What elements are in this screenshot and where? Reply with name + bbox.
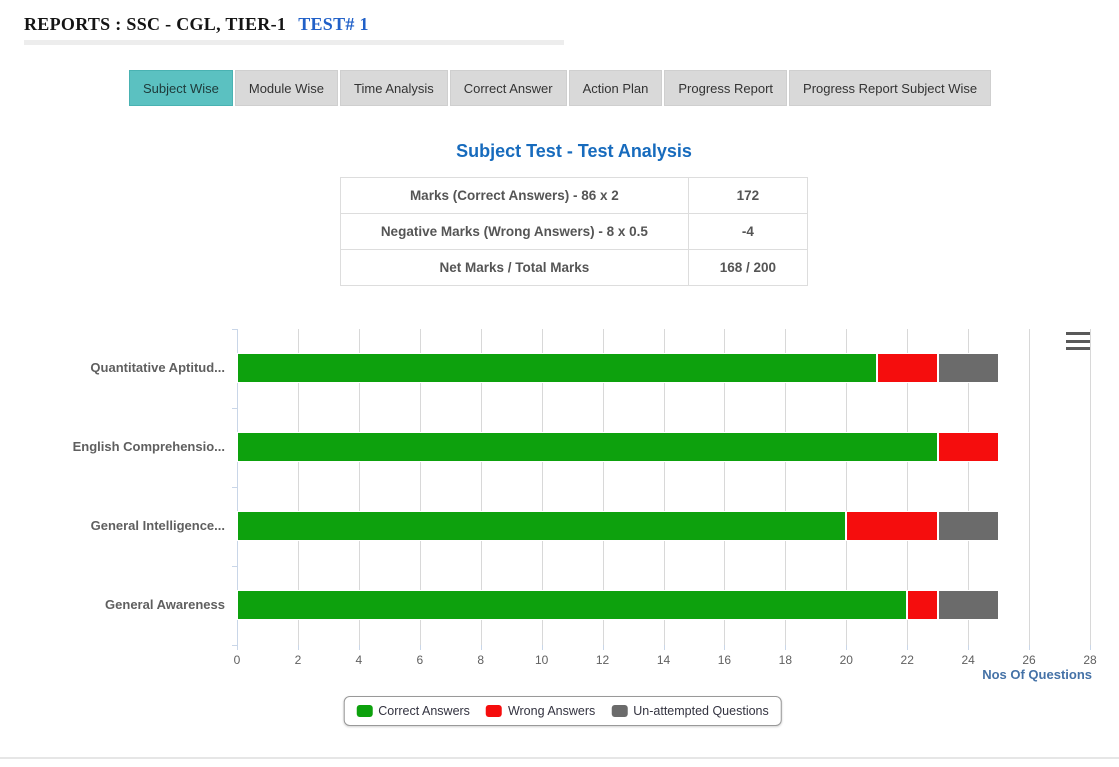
x-axis-tick	[785, 645, 786, 650]
x-axis-label: 8	[466, 653, 496, 667]
x-axis-tick	[907, 645, 908, 650]
bar-segment-un-attempted-questions[interactable]	[938, 590, 999, 620]
x-axis-tick	[542, 645, 543, 650]
y-axis-tick	[232, 487, 237, 488]
chart-legend: Correct Answers Wrong Answers Un-attempted…	[343, 696, 782, 726]
x-axis-label: 16	[709, 653, 739, 667]
x-axis-tick	[420, 645, 421, 650]
table-row: Net Marks / Total Marks168 / 200	[341, 250, 808, 286]
x-axis-label: 24	[953, 653, 983, 667]
x-axis-label: 22	[892, 653, 922, 667]
hamburger-menu-icon	[1066, 332, 1090, 335]
bar-segment-correct-answers[interactable]	[237, 511, 846, 541]
tab-subject-wise[interactable]: Subject Wise	[129, 70, 233, 106]
x-axis-label: 26	[1014, 653, 1044, 667]
legend-item-un-attempted-questions[interactable]: Un-attempted Questions	[611, 704, 769, 718]
x-axis-tick	[603, 645, 604, 650]
bar-segment-un-attempted-questions[interactable]	[938, 511, 999, 541]
tab-progress-report-subject-wise[interactable]: Progress Report Subject Wise	[789, 70, 991, 106]
category-label: English Comprehensio...	[20, 439, 225, 454]
x-axis-tick	[724, 645, 725, 650]
row-value: 168 / 200	[688, 250, 807, 286]
tab-bar: Subject WiseModule WiseTime AnalysisCorr…	[129, 70, 991, 106]
legend-item-correct-answers[interactable]: Correct Answers	[356, 704, 470, 718]
legend-label: Correct Answers	[378, 704, 470, 718]
category-label: General Intelligence...	[20, 518, 225, 533]
x-axis-tick	[237, 645, 238, 650]
bar-segment-wrong-answers[interactable]	[938, 432, 999, 462]
x-axis-label: 20	[831, 653, 861, 667]
header-divider	[24, 40, 564, 45]
report-title: REPORTS : SSC - CGL, TIER-1	[24, 14, 286, 34]
y-axis-tick	[232, 566, 237, 567]
bar-segment-wrong-answers[interactable]	[846, 511, 937, 541]
x-axis-tick	[968, 645, 969, 650]
analysis-table: Marks (Correct Answers) - 86 x 2172Negat…	[340, 177, 808, 286]
x-axis-label: 12	[588, 653, 618, 667]
x-axis-label: 18	[770, 653, 800, 667]
x-axis-tick	[1090, 645, 1091, 650]
row-label: Net Marks / Total Marks	[341, 250, 689, 286]
category-label: General Awareness	[20, 597, 225, 612]
bar-segment-wrong-answers[interactable]	[907, 590, 937, 620]
row-label: Marks (Correct Answers) - 86 x 2	[341, 178, 689, 214]
bar-segment-un-attempted-questions[interactable]	[938, 353, 999, 383]
legend-item-wrong-answers[interactable]: Wrong Answers	[486, 704, 595, 718]
x-axis-label: 4	[344, 653, 374, 667]
page-title: REPORTS : SSC - CGL, TIER-1 TEST# 1	[24, 14, 369, 35]
tab-correct-answer[interactable]: Correct Answer	[450, 70, 567, 106]
analysis-table-body: Marks (Correct Answers) - 86 x 2172Negat…	[341, 178, 808, 286]
y-axis-tick	[232, 329, 237, 330]
hamburger-menu-icon	[1066, 347, 1090, 350]
x-axis-tick	[846, 645, 847, 650]
legend-label: Wrong Answers	[508, 704, 595, 718]
x-axis-label: 6	[405, 653, 435, 667]
x-axis-label: 2	[283, 653, 313, 667]
tab-progress-report[interactable]: Progress Report	[664, 70, 787, 106]
export-menu-button[interactable]	[1066, 332, 1090, 350]
tab-module-wise[interactable]: Module Wise	[235, 70, 338, 106]
subject-wise-chart: 0246810121416182022242628Quantitative Ap…	[20, 315, 1105, 735]
x-axis-title: Nos Of Questions	[982, 667, 1092, 682]
x-axis-label: 0	[222, 653, 252, 667]
bar-segment-wrong-answers[interactable]	[877, 353, 938, 383]
table-row: Negative Marks (Wrong Answers) - 8 x 0.5…	[341, 214, 808, 250]
row-value: 172	[688, 178, 807, 214]
bar-segment-correct-answers[interactable]	[237, 590, 907, 620]
tab-time-analysis[interactable]: Time Analysis	[340, 70, 448, 106]
y-axis-tick	[232, 645, 237, 646]
legend-swatch-icon	[356, 705, 372, 717]
report-page: REPORTS : SSC - CGL, TIER-1 TEST# 1 Subje…	[0, 0, 1119, 767]
x-axis-tick	[298, 645, 299, 650]
legend-swatch-icon	[611, 705, 627, 717]
x-axis-tick	[664, 645, 665, 650]
x-axis-tick	[481, 645, 482, 650]
legend-swatch-icon	[486, 705, 502, 717]
x-axis-tick	[359, 645, 360, 650]
test-number: TEST# 1	[298, 14, 369, 34]
tab-action-plan[interactable]: Action Plan	[569, 70, 663, 106]
bar-segment-correct-answers[interactable]	[237, 353, 877, 383]
x-axis-label: 10	[527, 653, 557, 667]
category-label: Quantitative Aptitud...	[20, 360, 225, 375]
x-axis-label: 14	[649, 653, 679, 667]
gridline	[1090, 329, 1091, 645]
hamburger-menu-icon	[1066, 340, 1090, 343]
x-axis-label: 28	[1075, 653, 1105, 667]
footer-divider	[0, 757, 1119, 759]
table-row: Marks (Correct Answers) - 86 x 2172	[341, 178, 808, 214]
legend-label: Un-attempted Questions	[633, 704, 769, 718]
x-axis-tick	[1029, 645, 1030, 650]
section-title: Subject Test - Test Analysis	[340, 141, 808, 162]
row-label: Negative Marks (Wrong Answers) - 8 x 0.5	[341, 214, 689, 250]
row-value: -4	[688, 214, 807, 250]
gridline	[1029, 329, 1030, 645]
y-axis-tick	[232, 408, 237, 409]
bar-segment-correct-answers[interactable]	[237, 432, 938, 462]
